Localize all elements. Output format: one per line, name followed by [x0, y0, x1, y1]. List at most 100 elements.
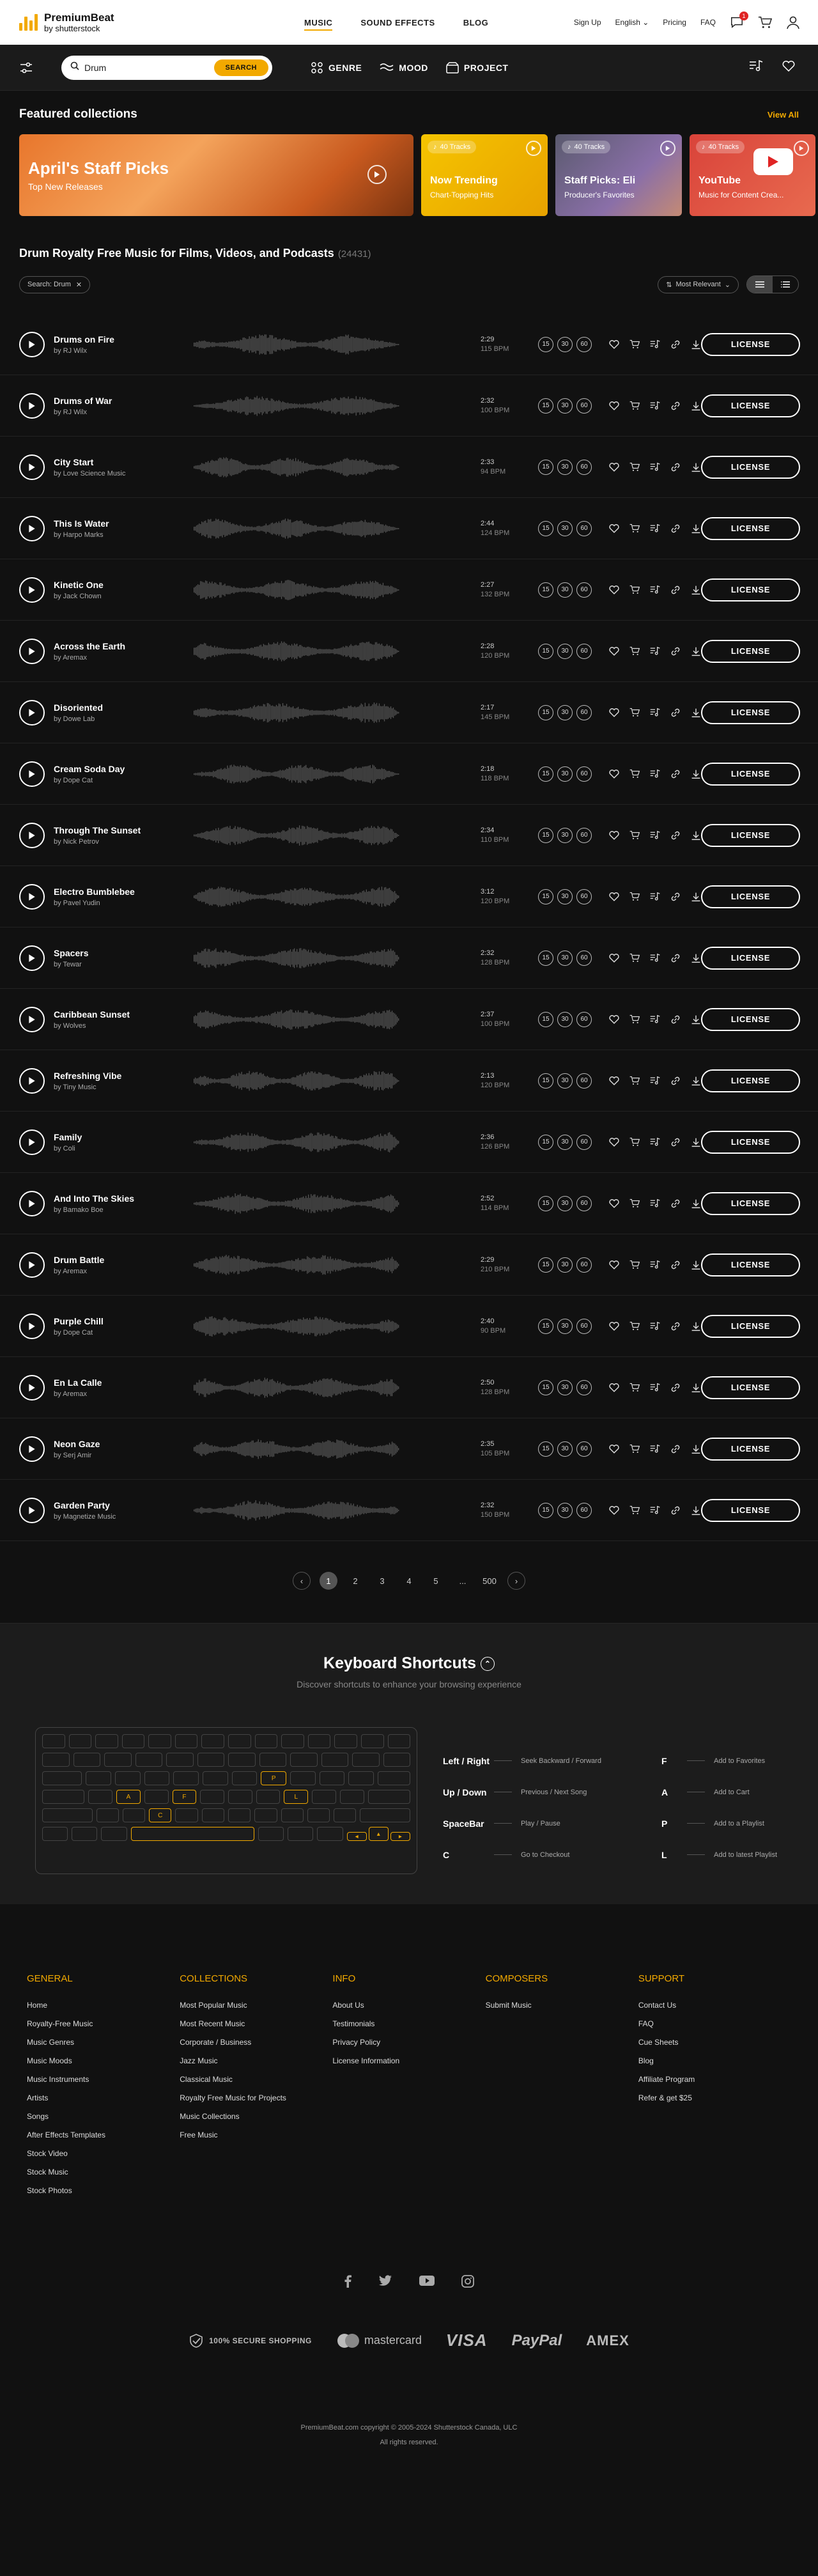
- sort-dropdown[interactable]: ⇅ Most Relevant ⌄: [658, 275, 739, 293]
- footer-link[interactable]: Artists: [27, 2093, 180, 2102]
- footer-link[interactable]: Home: [27, 2001, 180, 2010]
- waveform[interactable]: [194, 1499, 399, 1522]
- favorite-heart-icon[interactable]: [608, 1382, 620, 1393]
- duration-edit-60[interactable]: 60: [576, 1073, 592, 1089]
- add-to-playlist-icon[interactable]: [649, 891, 661, 903]
- add-to-playlist-icon[interactable]: [649, 339, 661, 350]
- add-to-playlist-icon[interactable]: [649, 1505, 661, 1516]
- favorite-heart-icon[interactable]: [608, 768, 620, 780]
- duration-edit-60[interactable]: 60: [576, 336, 592, 352]
- download-icon[interactable]: [690, 523, 702, 534]
- page-number[interactable]: 3: [373, 1572, 391, 1590]
- link-icon[interactable]: [670, 707, 681, 718]
- license-button[interactable]: LICENSE: [701, 394, 800, 417]
- footer-link[interactable]: About Us: [332, 2001, 485, 2010]
- license-button[interactable]: LICENSE: [701, 762, 800, 786]
- track-title[interactable]: Neon Gaze: [54, 1439, 194, 1449]
- add-to-cart-icon[interactable]: [629, 1075, 640, 1087]
- link-icon[interactable]: [670, 1382, 681, 1393]
- track-title[interactable]: Spacers: [54, 948, 194, 958]
- download-icon[interactable]: [690, 339, 702, 350]
- track-artist[interactable]: by Dope Cat: [54, 777, 194, 784]
- favorite-heart-icon[interactable]: [608, 646, 620, 657]
- duration-edit-30[interactable]: 30: [557, 1379, 573, 1395]
- add-to-playlist-icon[interactable]: [649, 768, 661, 780]
- add-to-cart-icon[interactable]: [629, 830, 640, 841]
- download-icon[interactable]: [690, 707, 702, 718]
- mood-filter[interactable]: MOOD: [380, 62, 428, 74]
- license-button[interactable]: LICENSE: [701, 332, 800, 356]
- duration-edit-30[interactable]: 30: [557, 459, 573, 475]
- duration-edit-15[interactable]: 15: [538, 398, 553, 414]
- close-icon[interactable]: ✕: [76, 281, 82, 289]
- favorite-heart-icon[interactable]: [608, 1505, 620, 1516]
- track-title[interactable]: Drums on Fire: [54, 334, 194, 345]
- favorite-heart-icon[interactable]: [608, 1443, 620, 1455]
- add-to-playlist-icon[interactable]: [649, 707, 661, 718]
- duration-edit-30[interactable]: 30: [557, 1073, 573, 1089]
- link-icon[interactable]: [670, 339, 681, 350]
- license-button[interactable]: LICENSE: [701, 1191, 800, 1215]
- youtube-icon[interactable]: [419, 2275, 435, 2291]
- add-to-cart-icon[interactable]: [629, 1321, 640, 1332]
- favorite-heart-icon[interactable]: [608, 1075, 620, 1087]
- track-title[interactable]: Caribbean Sunset: [54, 1009, 194, 1020]
- favorite-heart-icon[interactable]: [608, 707, 620, 718]
- add-to-cart-icon[interactable]: [629, 339, 640, 350]
- footer-link[interactable]: Stock Music: [27, 2168, 180, 2176]
- favorite-heart-icon[interactable]: [608, 830, 620, 841]
- license-button[interactable]: LICENSE: [701, 1437, 800, 1461]
- duration-edit-30[interactable]: 30: [557, 950, 573, 966]
- license-button[interactable]: LICENSE: [701, 1130, 800, 1154]
- download-icon[interactable]: [690, 1259, 702, 1271]
- link-icon[interactable]: [670, 1137, 681, 1148]
- track-title[interactable]: En La Calle: [54, 1377, 194, 1388]
- duration-edit-15[interactable]: 15: [538, 766, 553, 782]
- track-title[interactable]: Cream Soda Day: [54, 764, 194, 774]
- duration-edit-60[interactable]: 60: [576, 704, 592, 720]
- featured-card[interactable]: ♪ 40 Tracks Staff Picks: Eli Producer's F…: [555, 134, 682, 216]
- duration-edit-15[interactable]: 15: [538, 1073, 553, 1089]
- favorite-heart-icon[interactable]: [608, 1014, 620, 1025]
- page-number[interactable]: 5: [427, 1572, 445, 1590]
- download-icon[interactable]: [690, 1014, 702, 1025]
- track-artist[interactable]: by Nick Petrov: [54, 838, 194, 846]
- download-icon[interactable]: [690, 1505, 702, 1516]
- play-icon[interactable]: [19, 1436, 45, 1462]
- track-title[interactable]: Drum Battle: [54, 1255, 194, 1265]
- track-artist[interactable]: by Wolves: [54, 1022, 194, 1030]
- license-button[interactable]: LICENSE: [701, 946, 800, 970]
- duration-edit-15[interactable]: 15: [538, 1195, 553, 1211]
- track-artist[interactable]: by RJ Wilx: [54, 347, 194, 355]
- duration-edit-30[interactable]: 30: [557, 398, 573, 414]
- add-to-cart-icon[interactable]: [629, 1505, 640, 1516]
- pricing-link[interactable]: Pricing: [663, 18, 686, 27]
- footer-link[interactable]: Music Moods: [27, 2056, 180, 2065]
- waveform[interactable]: [194, 1069, 399, 1092]
- twitter-icon[interactable]: [378, 2275, 392, 2291]
- play-icon[interactable]: [526, 141, 541, 156]
- page-number[interactable]: 2: [346, 1572, 364, 1590]
- footer-link[interactable]: Stock Photos: [27, 2186, 180, 2195]
- license-button[interactable]: LICENSE: [701, 1069, 800, 1092]
- duration-edit-60[interactable]: 60: [576, 459, 592, 475]
- faq-link[interactable]: FAQ: [700, 18, 716, 27]
- duration-edit-60[interactable]: 60: [576, 582, 592, 598]
- track-artist[interactable]: by Love Science Music: [54, 470, 194, 477]
- track-title[interactable]: Purple Chill: [54, 1316, 194, 1326]
- track-title[interactable]: And Into The Skies: [54, 1193, 194, 1204]
- play-icon[interactable]: [660, 141, 675, 156]
- add-to-cart-icon[interactable]: [629, 1382, 640, 1393]
- link-icon[interactable]: [670, 1505, 681, 1516]
- footer-link[interactable]: Privacy Policy: [332, 2038, 485, 2047]
- play-icon[interactable]: [19, 945, 45, 971]
- duration-edit-60[interactable]: 60: [576, 1502, 592, 1518]
- music-library-icon[interactable]: [749, 59, 763, 75]
- link-icon[interactable]: [670, 1075, 681, 1087]
- add-to-playlist-icon[interactable]: [649, 1075, 661, 1087]
- duration-edit-60[interactable]: 60: [576, 1195, 592, 1211]
- duration-edit-60[interactable]: 60: [576, 888, 592, 904]
- play-icon[interactable]: [19, 454, 45, 480]
- waveform[interactable]: [194, 701, 399, 724]
- duration-edit-15[interactable]: 15: [538, 1318, 553, 1334]
